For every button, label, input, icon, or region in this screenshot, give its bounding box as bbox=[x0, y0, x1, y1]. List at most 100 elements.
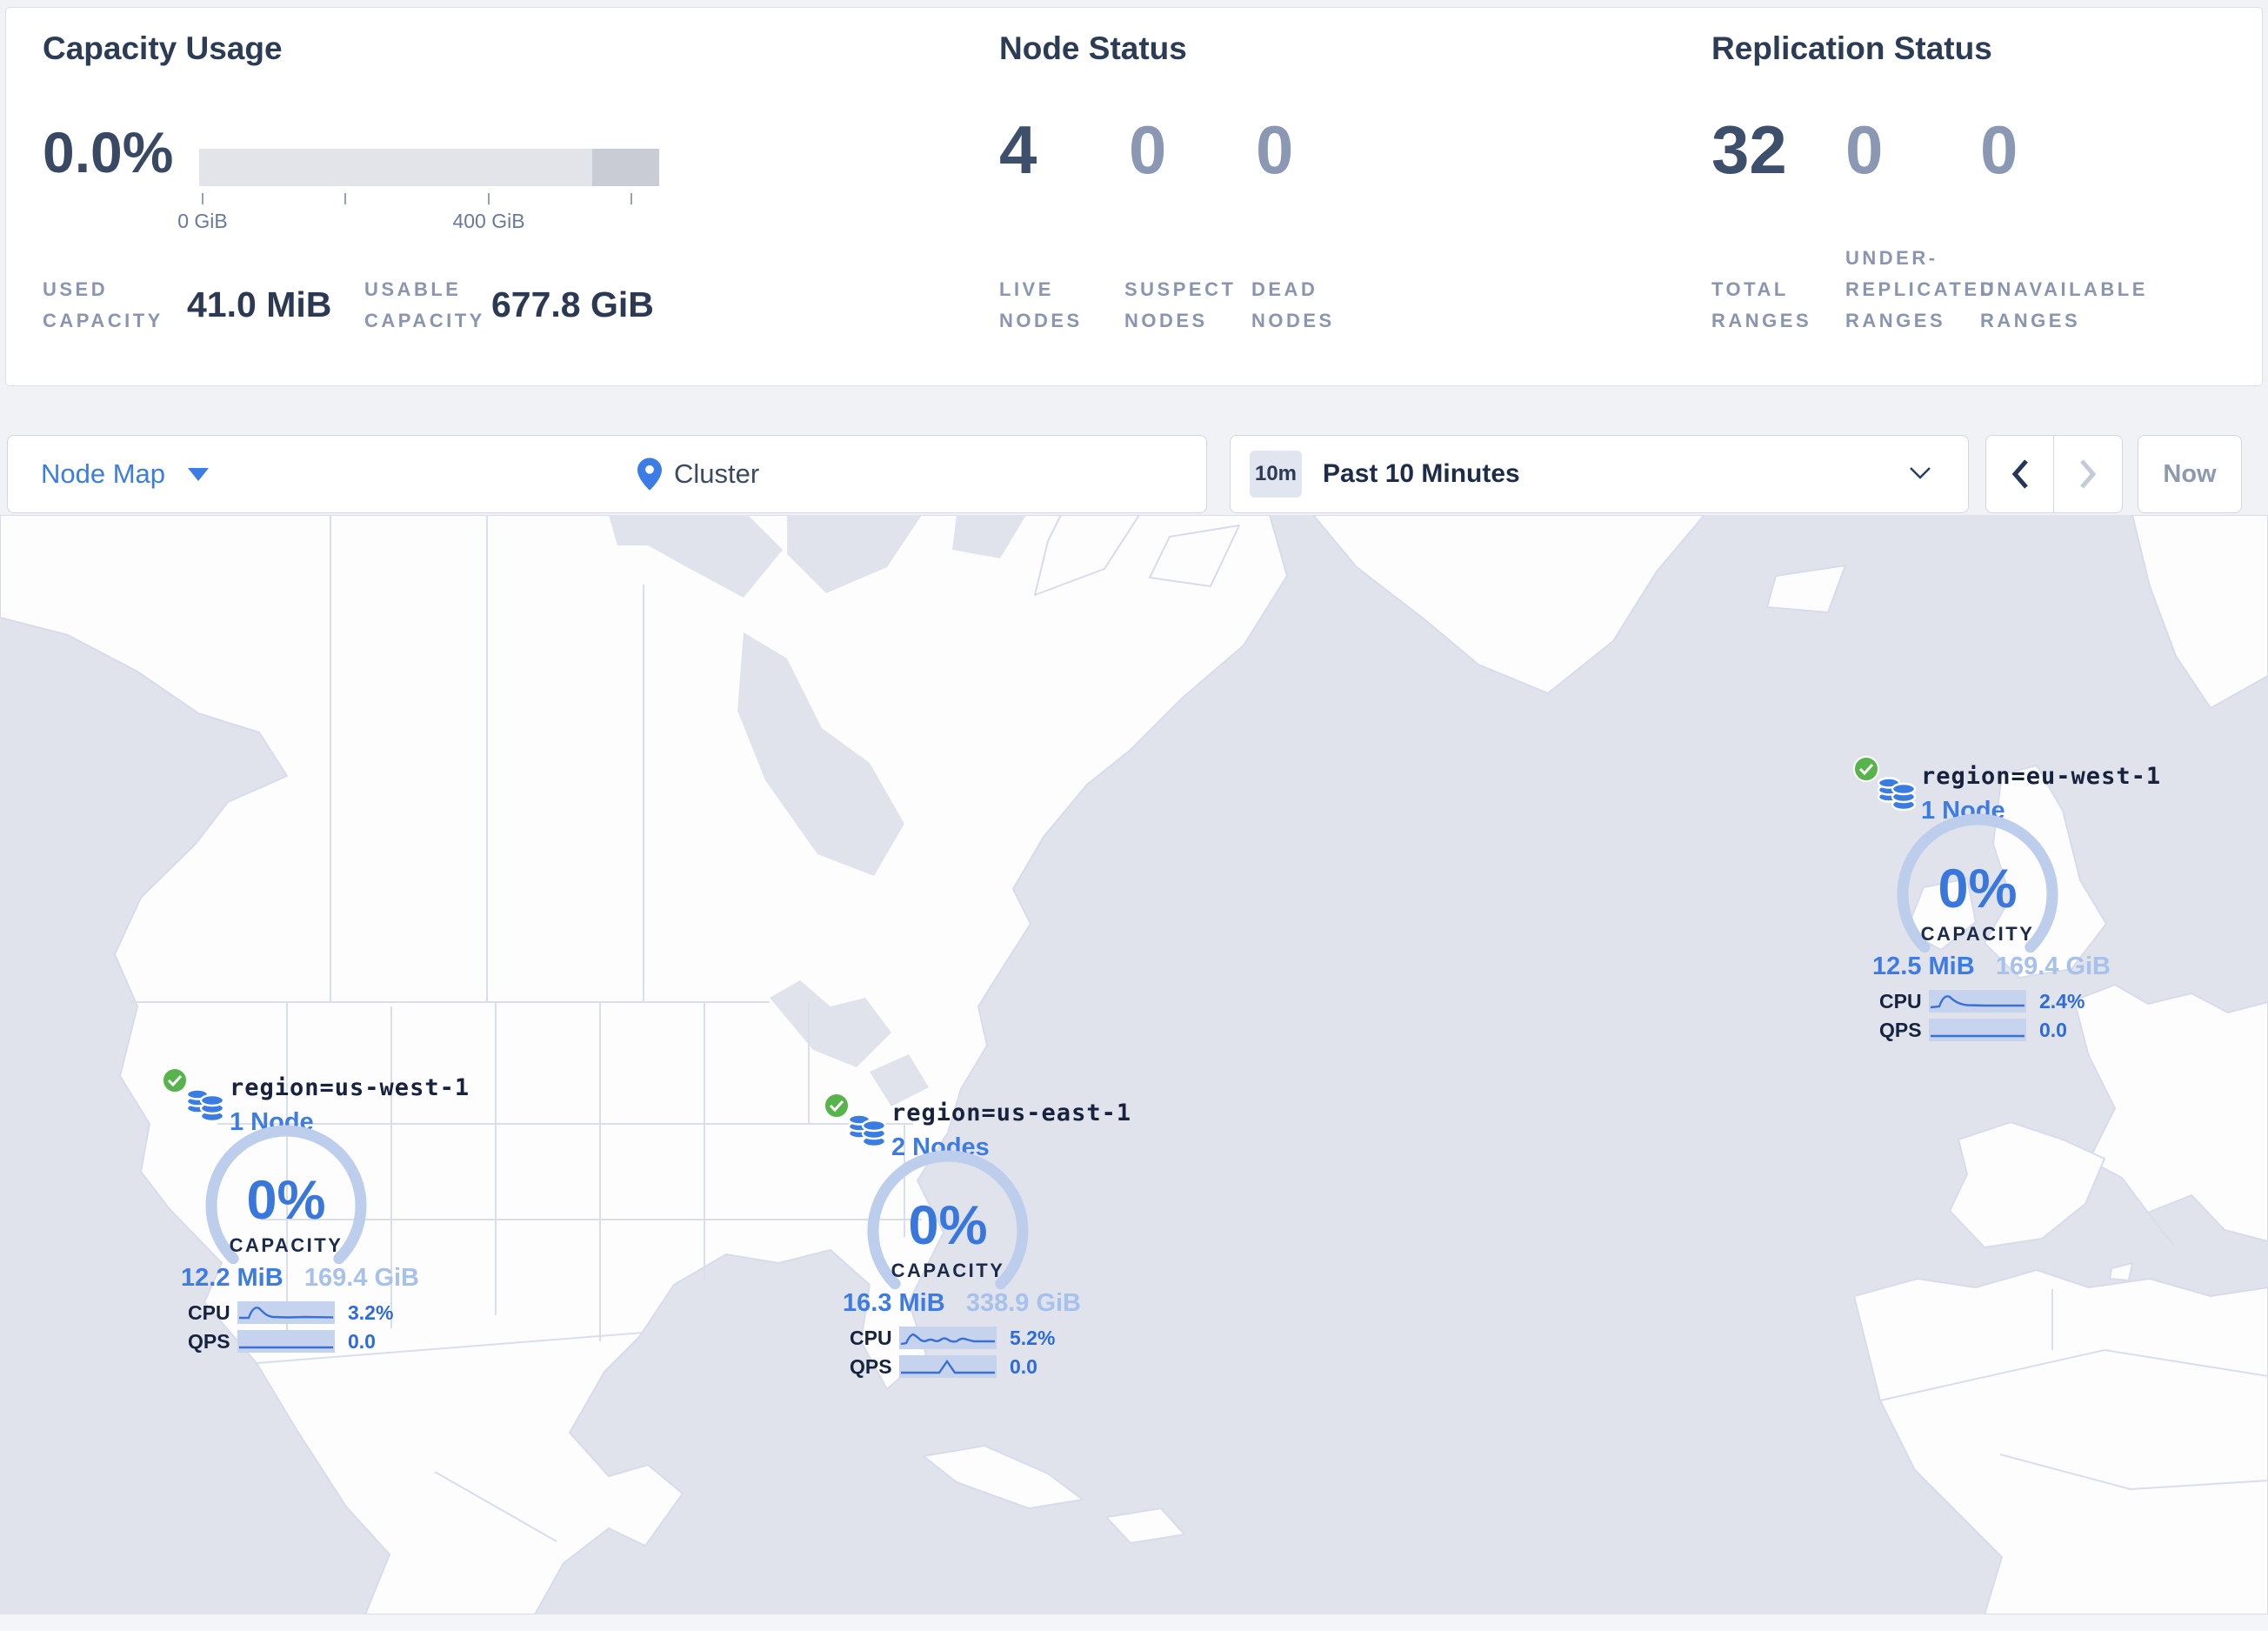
now-button-label: Now bbox=[2163, 459, 2217, 488]
qps-value: 0.0 bbox=[348, 1329, 376, 1353]
used-capacity-label-line: CAPACITY bbox=[43, 310, 163, 331]
region-label: region=us-west-1 bbox=[230, 1074, 470, 1101]
total-capacity: 169.4 GiB bbox=[304, 1264, 419, 1292]
time-range-badge: 10m bbox=[1250, 451, 1302, 498]
used-capacity-label-line: USED bbox=[43, 278, 109, 300]
cluster-summary-panel: Capacity Usage 0.0% 0 GiB 400 GiB USED C… bbox=[5, 7, 2263, 386]
label-line: DEAD bbox=[1251, 278, 1318, 300]
page-bottom-strip bbox=[0, 1614, 2268, 1631]
label-line: SUSPECT bbox=[1124, 278, 1237, 300]
cpu-value: 3.2% bbox=[348, 1300, 394, 1324]
greenland-landmass bbox=[1312, 515, 1705, 694]
iberia-landmass bbox=[1949, 1121, 2105, 1248]
capacity-bar-segment bbox=[592, 149, 659, 186]
usable-capacity-label: USABLE CAPACITY bbox=[364, 274, 485, 337]
label-line: NODES bbox=[1124, 310, 1208, 331]
node-status-title: Node Status bbox=[999, 30, 1187, 66]
live-nodes-label: LIVE NODES bbox=[999, 274, 1083, 337]
label-line: TOTAL bbox=[1711, 278, 1789, 300]
gauge-percent: 0% bbox=[1938, 859, 2018, 919]
label-line: RANGES bbox=[1711, 310, 1812, 331]
time-range-label: Past 10 Minutes bbox=[1323, 459, 1520, 488]
label-line: UNDER- bbox=[1845, 247, 1938, 269]
capacity-tick bbox=[630, 193, 632, 204]
capacity-tick bbox=[488, 193, 490, 204]
cpu-label: CPU bbox=[1879, 989, 1922, 1013]
time-range-selector[interactable]: 10m Past 10 Minutes bbox=[1230, 435, 1969, 513]
label-line: RANGES bbox=[1980, 310, 2081, 331]
chevron-left-icon bbox=[2011, 459, 2028, 489]
usable-capacity-label-line: USABLE bbox=[364, 278, 462, 300]
label-line: RANGES bbox=[1845, 310, 1946, 331]
view-selector-dropdown[interactable]: Node Map bbox=[41, 436, 210, 512]
used-capacity: 12.2 MiB bbox=[181, 1264, 284, 1292]
usable-capacity-value: 677.8 GiB bbox=[491, 284, 654, 324]
qps-sparkline bbox=[899, 1355, 997, 1378]
usable-capacity-label-line: CAPACITY bbox=[364, 310, 485, 331]
dead-nodes-label: DEAD NODES bbox=[1251, 274, 1335, 337]
border-line bbox=[2147, 1212, 2175, 1247]
under-replicated-label: UNDER- REPLICATED RANGES bbox=[1845, 243, 1997, 337]
qps-sparkline bbox=[1929, 1019, 2026, 1041]
cluster-overview-page: Capacity Usage 0.0% 0 GiB 400 GiB USED C… bbox=[0, 0, 2268, 1631]
capacity-bar bbox=[199, 149, 659, 186]
time-forward-button[interactable] bbox=[2054, 436, 2122, 512]
cuba-landmass bbox=[923, 1445, 1084, 1509]
cpu-value: 5.2% bbox=[1010, 1326, 1056, 1349]
capacity-tick-label: 400 GiB bbox=[452, 210, 525, 232]
qps-label: QPS bbox=[1879, 1018, 1922, 1041]
node-map[interactable]: region=us-west-1 1 Node 0% CAPACITY 12.2… bbox=[0, 515, 2268, 1614]
total-ranges-label: TOTAL RANGES bbox=[1711, 274, 1811, 337]
label-line: LIVE bbox=[999, 278, 1054, 300]
island bbox=[2109, 1262, 2133, 1281]
cpu-sparkline bbox=[237, 1301, 335, 1324]
capacity-usage-title: Capacity Usage bbox=[43, 30, 283, 66]
chevron-down-icon bbox=[1910, 467, 1931, 479]
cpu-label: CPU bbox=[188, 1300, 230, 1324]
iceland-landmass bbox=[1766, 565, 1846, 613]
total-ranges-count: 32 bbox=[1711, 111, 1787, 188]
capacity-percent: 0.0% bbox=[43, 120, 174, 184]
suspect-nodes-label: SUSPECT NODES bbox=[1124, 274, 1236, 337]
cpu-sparkline bbox=[899, 1327, 997, 1349]
cpu-value: 2.4% bbox=[2039, 989, 2085, 1013]
capacity-tick bbox=[344, 193, 346, 204]
gauge-percent: 0% bbox=[246, 1170, 326, 1231]
gauge-caption: CAPACITY bbox=[891, 1260, 1005, 1281]
time-back-button[interactable] bbox=[1986, 436, 2054, 512]
region-label: region=us-east-1 bbox=[891, 1100, 1132, 1126]
breadcrumb-label: Cluster bbox=[674, 458, 760, 489]
used-capacity-value: 41.0 MiB bbox=[187, 284, 332, 324]
total-capacity: 338.9 GiB bbox=[965, 1289, 1081, 1317]
capacity-tick bbox=[202, 193, 203, 204]
used-capacity: 12.5 MiB bbox=[1872, 953, 1975, 980]
capacity-tick-label: 0 GiB bbox=[177, 210, 228, 232]
now-button[interactable]: Now bbox=[2138, 435, 2242, 513]
chevron-right-icon bbox=[2080, 459, 2097, 489]
map-pin-icon bbox=[637, 458, 662, 491]
world-map bbox=[0, 515, 2268, 1614]
unavailable-ranges-count: 0 bbox=[1980, 111, 2018, 188]
cpu-sparkline bbox=[1929, 990, 2026, 1013]
label-line: NODES bbox=[999, 310, 1083, 331]
region-label: region=eu-west-1 bbox=[1921, 763, 2162, 790]
under-replicated-count: 0 bbox=[1845, 111, 1884, 188]
africa-landmass bbox=[1853, 1269, 2268, 1614]
hispaniola-landmass bbox=[1105, 1507, 1185, 1544]
view-selector-label: Node Map bbox=[41, 458, 166, 489]
qps-value: 0.0 bbox=[1010, 1354, 1037, 1378]
gauge-caption: CAPACITY bbox=[229, 1234, 344, 1256]
unavailable-ranges-label: UNAVAILABLE RANGES bbox=[1980, 274, 2148, 337]
label-line: UNAVAILABLE bbox=[1980, 278, 2148, 300]
scandinavia-landmass bbox=[2131, 515, 2268, 709]
label-line: REPLICATED bbox=[1845, 278, 1997, 300]
total-capacity: 169.4 GiB bbox=[1995, 953, 2111, 980]
gauge-percent: 0% bbox=[908, 1195, 988, 1256]
breadcrumb[interactable]: Cluster bbox=[637, 436, 759, 512]
live-nodes-count: 4 bbox=[999, 111, 1037, 188]
used-capacity: 16.3 MiB bbox=[843, 1289, 945, 1317]
suspect-nodes-count: 0 bbox=[1129, 111, 1167, 188]
cpu-label: CPU bbox=[850, 1326, 892, 1349]
label-line: NODES bbox=[1251, 310, 1335, 331]
dead-nodes-count: 0 bbox=[1256, 111, 1294, 188]
